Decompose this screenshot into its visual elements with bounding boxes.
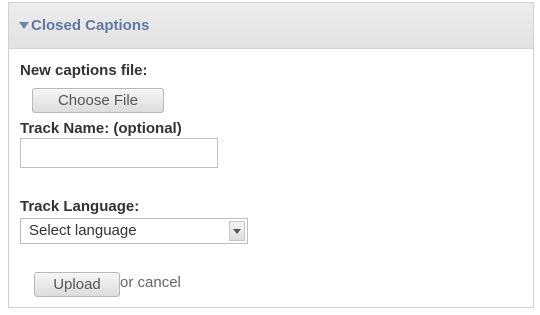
dropdown-arrow-icon[interactable] — [229, 221, 245, 241]
track-name-input[interactable] — [20, 138, 218, 168]
panel-header[interactable]: Closed Captions — [9, 3, 533, 49]
track-language-select[interactable]: Select language — [20, 218, 248, 244]
track-language-label: Track Language: — [20, 198, 140, 215]
cancel-link[interactable]: or cancel — [120, 274, 181, 291]
upload-button[interactable]: Upload — [34, 272, 120, 297]
choose-file-button[interactable]: Choose File — [32, 88, 164, 113]
captions-file-label: New captions file: — [20, 62, 148, 79]
collapse-triangle-icon[interactable] — [19, 22, 29, 29]
selected-language: Select language — [29, 222, 137, 239]
track-name-label: Track Name: (optional) — [20, 120, 182, 137]
panel-title: Closed Captions — [31, 17, 150, 34]
